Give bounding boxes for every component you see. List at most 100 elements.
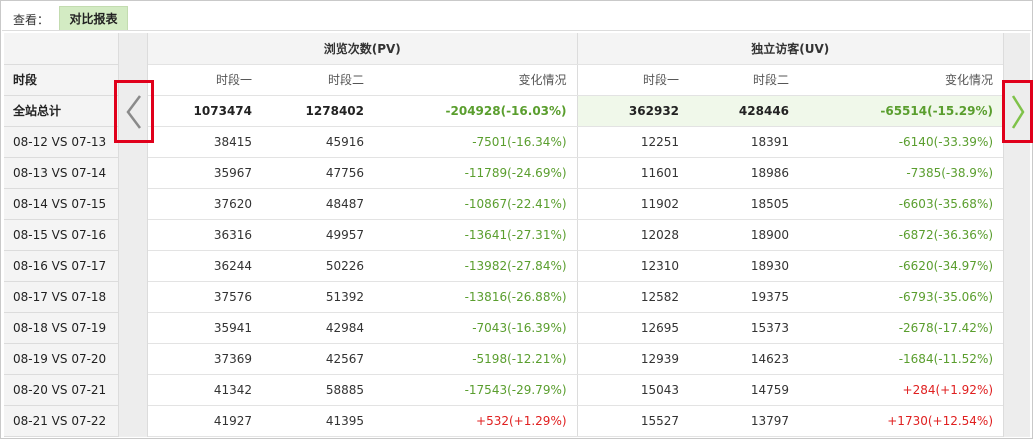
uv-period2-value: 15373 [689,312,800,344]
table-row: 37369 42567 -5198(-12.21%) 12939 14623 -1684(… [148,343,1004,375]
pv-change-value: -13816(-26.88%) [374,281,578,313]
pv-change-value: -7501(-16.34%) [374,126,578,158]
uv-change-value: -6793(-35.06%) [799,281,1004,313]
uv-change-value: +1730(+12.54%) [799,405,1004,437]
uv-change-value: -6603(-35.68%) [799,188,1004,220]
table-row: 41927 41395 +532(+1.29%) 15527 13797 +1730(+1… [148,405,1004,437]
row-period-label: 08-14 VS 07-15 [4,188,118,220]
table-row: 38415 45916 -7501(-16.34%) 12251 18391 -6140(… [148,126,1004,158]
pv-period2-value: 51392 [262,281,374,313]
pv-change-value: -13641(-27.31%) [374,219,578,251]
uv-period1-value: 12251 [576,126,690,158]
pv-period1-value: 36316 [148,219,262,251]
uv-period1-value: 12310 [576,250,690,282]
pv-period1-value: 35967 [148,157,262,189]
pv-period2-value: 58885 [262,374,374,406]
prev-page-button[interactable] [114,80,154,143]
table-row: 35941 42984 -7043(-16.39%) 12695 15373 -2678(… [148,312,1004,344]
pv-period1-value: 38415 [148,126,262,158]
row-period-label: 08-19 VS 07-20 [4,343,118,375]
pv-period1-value: 41927 [148,405,262,437]
pv-period1-value: 35941 [148,312,262,344]
row-period-label: 08-17 VS 07-18 [4,281,118,313]
total-pv2: 1278402 [262,95,374,127]
pv-period2-value: 41395 [262,405,374,437]
pv-period2-value: 50226 [262,250,374,282]
table-row: 37576 51392 -13816(-26.88%) 12582 19375 -6793… [148,281,1004,313]
uv-change-value: +284(+1.92%) [799,374,1004,406]
uv-period2-value: 18900 [689,219,800,251]
uv-period1-value: 11902 [576,188,690,220]
uv-period2-value: 18930 [689,250,800,282]
uv-period1-value: 12028 [576,219,690,251]
uv-change-value: -7385(-38.9%) [799,157,1004,189]
uv-period1-value: 12582 [576,281,690,313]
uv-period1-header: 时段一 [576,64,690,96]
table-row: 36244 50226 -13982(-27.84%) 12310 18930 -6620… [148,250,1004,282]
table-row: 41342 58885 -17543(-29.79%) 15043 14759 +284(… [148,374,1004,406]
uv-period1-value: 11601 [576,157,690,189]
pv-change-header: 变化情况 [374,64,578,96]
total-uv1: 362932 [576,95,690,127]
total-uv-change: -65514(-15.29%) [799,95,1004,127]
row-period-label: 08-13 VS 07-14 [4,157,118,189]
uv-period2-value: 18391 [689,126,800,158]
uv-period2-value: 18505 [689,188,800,220]
uv-change-value: -6872(-36.36%) [799,219,1004,251]
total-pv-change: -204928(-16.03%) [374,95,578,127]
pv-period1-value: 37576 [148,281,262,313]
pv-change-value: -17543(-29.79%) [374,374,578,406]
row-period-label: 08-21 VS 07-22 [4,405,118,437]
compare-table: 浏览次数(PV) 独立访客(UV) 时段一 时段二 变化情况 时段一 时段二 变… [148,33,1004,437]
table-row: 36316 49957 -13641(-27.31%) 12028 18900 -6872… [148,219,1004,251]
row-period-label: 08-15 VS 07-16 [4,219,118,251]
uv-period2-value: 14759 [689,374,800,406]
table-row: 37620 48487 -10867(-22.41%) 11902 18505 -6603… [148,188,1004,220]
table-row: 35967 47756 -11789(-24.69%) 11601 18986 -7385… [148,157,1004,189]
pv-period1-value: 41342 [148,374,262,406]
row-period-label: 08-20 VS 07-21 [4,374,118,406]
total-uv2: 428446 [689,95,800,127]
pv-change-value: -13982(-27.84%) [374,250,578,282]
total-label: 全站总计 [4,95,118,127]
chevron-right-icon [1011,94,1024,129]
pv-change-value: -10867(-22.41%) [374,188,578,220]
pv-period2-value: 42567 [262,343,374,375]
uv-period2-header: 时段二 [689,64,800,96]
pv-change-value: +532(+1.29%) [374,405,578,437]
uv-change-value: -6620(-34.97%) [799,250,1004,282]
uv-period1-value: 15043 [576,374,690,406]
uv-period2-value: 14623 [689,343,800,375]
pv-period2-header: 时段二 [262,64,374,96]
uv-change-value: -2678(-17.42%) [799,312,1004,344]
uv-period2-value: 19375 [689,281,800,313]
row-period-label: 08-18 VS 07-19 [4,312,118,344]
period-header: 时段 [4,64,118,96]
total-pv1: 1073474 [148,95,262,127]
view-bar: 查看： 对比报表 [2,3,1031,31]
uv-period1-value: 15527 [576,405,690,437]
uv-period2-value: 18986 [689,157,800,189]
uv-period2-value: 13797 [689,405,800,437]
pv-change-value: -7043(-16.39%) [374,312,578,344]
pv-change-value: -5198(-12.21%) [374,343,578,375]
uv-period1-value: 12939 [576,343,690,375]
blank-cell [4,33,118,65]
period-column: 时段 全站总计 08-12 VS 07-13 08-13 VS 07-14 08-1… [4,33,118,437]
pv-period2-value: 48487 [262,188,374,220]
pv-period2-value: 47756 [262,157,374,189]
next-page-button[interactable] [1002,80,1033,143]
pv-change-value: -11789(-24.69%) [374,157,578,189]
pv-period2-value: 49957 [262,219,374,251]
chevron-left-icon [126,94,141,129]
uv-change-value: -6140(-33.39%) [799,126,1004,158]
uv-period1-value: 12695 [576,312,690,344]
pv-period1-value: 37369 [148,343,262,375]
row-period-label: 08-12 VS 07-13 [4,126,118,158]
row-period-label: 08-16 VS 07-17 [4,250,118,282]
pv-period1-value: 37620 [148,188,262,220]
pv-period2-value: 42984 [262,312,374,344]
view-label: 查看： [13,13,50,27]
tab-compare-report[interactable]: 对比报表 [59,6,128,30]
pv-period1-value: 36244 [148,250,262,282]
